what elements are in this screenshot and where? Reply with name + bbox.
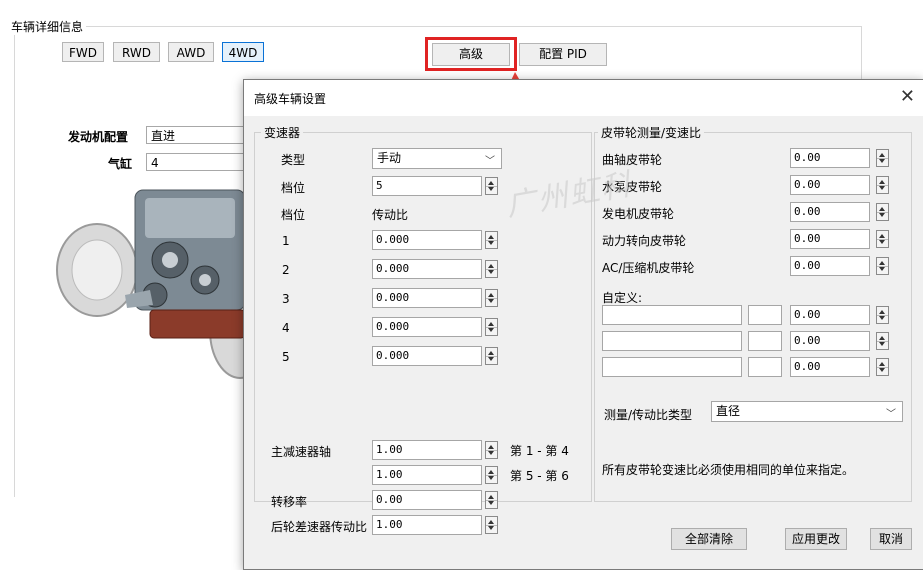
- belt-label: AC/压缩机皮带轮: [602, 261, 695, 275]
- belt-value-input[interactable]: 0.00: [790, 175, 870, 195]
- gear-ratio-spinner[interactable]: [485, 289, 498, 307]
- final-drive-2-input[interactable]: 1.00: [372, 465, 482, 485]
- custom-label: 自定义:: [602, 291, 643, 305]
- gear-ratio-spinner[interactable]: [485, 347, 498, 365]
- gear-ratio-spinner[interactable]: [485, 318, 498, 336]
- belt-value-input[interactable]: 0.00: [790, 256, 870, 276]
- chevron-down-icon: ﹀: [886, 409, 896, 420]
- gear-number: 3: [282, 292, 290, 306]
- advanced-highlight-box: [425, 37, 517, 71]
- gear-number: 4: [282, 321, 290, 335]
- transfer-ratio-spinner[interactable]: [485, 491, 498, 509]
- belt-value-spinner[interactable]: [876, 257, 889, 275]
- belt-value-input[interactable]: 0.00: [790, 229, 870, 249]
- custom-value-input[interactable]: 0.00: [790, 305, 870, 325]
- cancel-button[interactable]: 取消: [870, 528, 912, 550]
- gear-count-input[interactable]: 5: [372, 176, 482, 196]
- gear-count-spinner[interactable]: [485, 177, 498, 195]
- cylinders-field[interactable]: 4: [146, 153, 246, 171]
- transmission-type-select[interactable]: 手动 ﹀: [372, 148, 502, 169]
- gear-ratio-input[interactable]: 0.000: [372, 288, 482, 308]
- rear-diff-label: 后轮差速器传动比: [271, 520, 368, 534]
- engine-config-field[interactable]: 直进: [146, 126, 246, 144]
- final-drive-label: 主减速器轴: [271, 445, 332, 459]
- rwd-button[interactable]: RWD: [113, 42, 160, 62]
- transmission-type-value: 手动: [377, 151, 402, 165]
- custom-name-input[interactable]: [602, 331, 742, 351]
- gear-count-label: 档位: [281, 181, 306, 195]
- dialog-title: 高级车辆设置: [254, 92, 327, 106]
- awd-button[interactable]: AWD: [168, 42, 214, 62]
- final-drive-1-input[interactable]: 1.00: [372, 440, 482, 460]
- cylinders-label: 气缸: [108, 157, 133, 171]
- gear-ratio-input[interactable]: 0.000: [372, 346, 482, 366]
- type-label: 类型: [281, 153, 306, 167]
- gear-number: 2: [282, 263, 290, 277]
- custom-value-spinner[interactable]: [876, 332, 889, 350]
- gear-column-header: 档位: [281, 208, 306, 222]
- dialog-titlebar: [244, 80, 923, 116]
- chevron-down-icon: ﹀: [485, 156, 495, 167]
- apply-changes-button[interactable]: 应用更改: [785, 528, 847, 550]
- belt-label: 发电机皮带轮: [602, 207, 675, 221]
- transfer-ratio-label: 转移率: [271, 495, 308, 509]
- custom-code-input[interactable]: [748, 305, 782, 325]
- clear-all-button[interactable]: 全部清除: [671, 528, 747, 550]
- custom-name-input[interactable]: [602, 305, 742, 325]
- gear-ratio-input[interactable]: 0.000: [372, 230, 482, 250]
- final-drive-1-note: 第 1 - 第 4: [510, 444, 569, 458]
- belt-value-input[interactable]: 0.00: [790, 148, 870, 168]
- engine-config-label: 发动机配置: [68, 130, 129, 144]
- belt-value-spinner[interactable]: [876, 176, 889, 194]
- transmission-title: 变速器: [261, 124, 304, 141]
- custom-value-spinner[interactable]: [876, 358, 889, 376]
- measure-type-value: 直径: [716, 404, 741, 418]
- ratio-column-header: 传动比: [372, 208, 409, 222]
- rear-diff-input[interactable]: 1.00: [372, 515, 482, 535]
- belt-ratio-title: 皮带轮测量/变速比: [598, 124, 705, 141]
- gear-ratio-input[interactable]: 0.000: [372, 317, 482, 337]
- belt-value-spinner[interactable]: [876, 230, 889, 248]
- gear-ratio-spinner[interactable]: [485, 260, 498, 278]
- custom-value-spinner[interactable]: [876, 306, 889, 324]
- custom-value-input[interactable]: 0.00: [790, 331, 870, 351]
- config-pid-button[interactable]: 配置 PID: [519, 43, 607, 66]
- belt-value-input[interactable]: 0.00: [790, 202, 870, 222]
- measure-type-label: 测量/传动比类型: [604, 408, 693, 422]
- custom-name-input[interactable]: [602, 357, 742, 377]
- advanced-vehicle-settings-dialog: 高级车辆设置 ✕ 变速器 类型 手动 ﹀ 档位 5 档位 传动比 1 0.000…: [243, 79, 923, 570]
- measure-type-select[interactable]: 直径 ﹀: [711, 401, 903, 422]
- final-drive-2-note: 第 5 - 第 6: [510, 469, 569, 483]
- custom-code-input[interactable]: [748, 357, 782, 377]
- belt-units-note: 所有皮带轮变速比必须使用相同的单位来指定。: [602, 463, 855, 477]
- fwd-button[interactable]: FWD: [62, 42, 104, 62]
- close-icon[interactable]: ✕: [900, 86, 915, 107]
- vehicle-details-title: 车辆详细信息: [8, 18, 87, 35]
- rear-diff-spinner[interactable]: [485, 516, 498, 534]
- engine-illustration: [56, 189, 255, 379]
- transfer-ratio-input[interactable]: 0.00: [372, 490, 482, 510]
- 4wd-button[interactable]: 4WD: [222, 42, 264, 62]
- belt-label: 动力转向皮带轮: [602, 234, 687, 248]
- gear-ratio-spinner[interactable]: [485, 231, 498, 249]
- custom-code-input[interactable]: [748, 331, 782, 351]
- belt-value-spinner[interactable]: [876, 149, 889, 167]
- final-drive-1-spinner[interactable]: [485, 441, 498, 459]
- gear-number: 5: [282, 350, 290, 364]
- gear-number: 1: [282, 234, 290, 248]
- belt-value-spinner[interactable]: [876, 203, 889, 221]
- custom-value-input[interactable]: 0.00: [790, 357, 870, 377]
- gear-ratio-input[interactable]: 0.000: [372, 259, 482, 279]
- final-drive-2-spinner[interactable]: [485, 466, 498, 484]
